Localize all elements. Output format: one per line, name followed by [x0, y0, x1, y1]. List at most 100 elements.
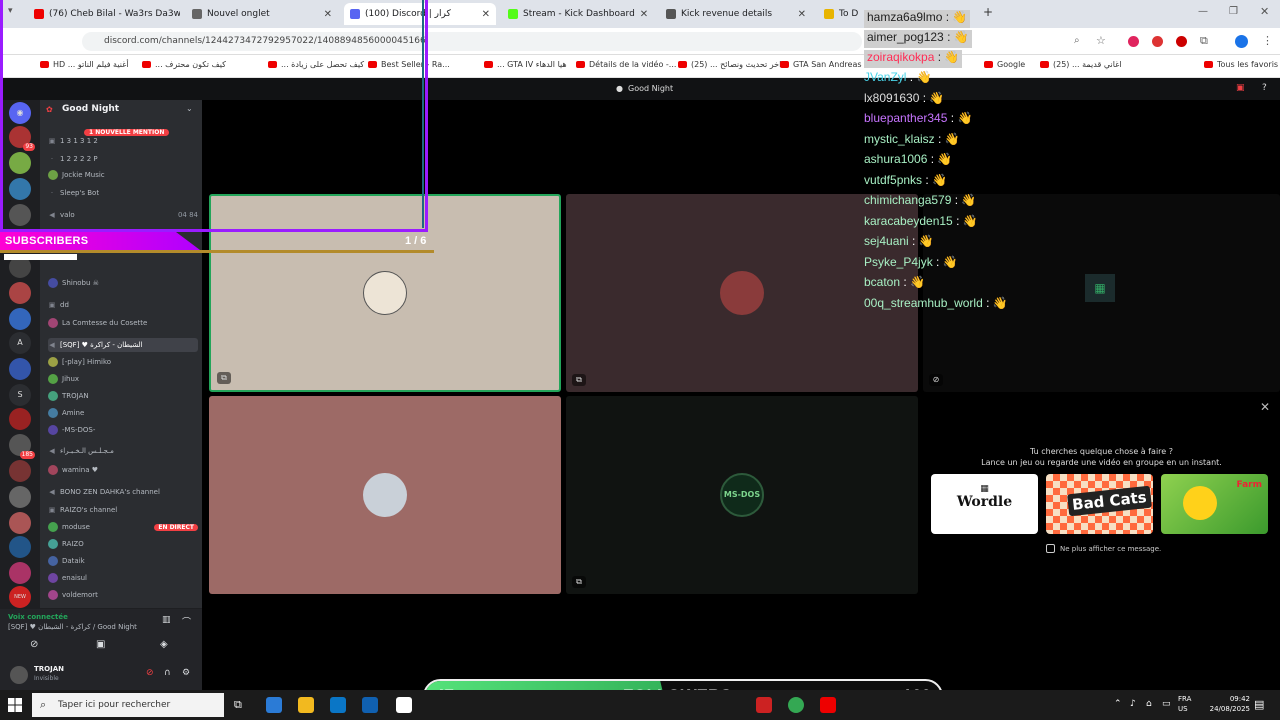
notification-icon[interactable]: ▤	[1254, 698, 1264, 711]
activity-icon[interactable]: ◈	[160, 639, 168, 650]
chat-username: karacabeyden15	[864, 214, 953, 228]
server-icon[interactable]	[9, 408, 31, 430]
browser-tab[interactable]: Kick revenue details ✕	[660, 3, 812, 25]
tray-chevron-icon[interactable]: ⌃	[1114, 699, 1122, 709]
browser-tab[interactable]: Stream - Kick Dashboard ✕	[502, 3, 654, 25]
channel-item[interactable]: ◀ [SQF] ♥ الشيطان - كراكرة	[48, 338, 198, 352]
avatar	[48, 556, 58, 566]
server-icon[interactable]	[9, 536, 31, 558]
voice-member[interactable]: RAIZO	[48, 537, 198, 551]
subscribers-divider	[0, 250, 434, 253]
windows-start-icon[interactable]	[8, 698, 22, 712]
battery-icon[interactable]: ▭	[1162, 699, 1171, 709]
chat-username: zoiraqikokpa	[867, 50, 935, 64]
server-icon[interactable]: 185	[9, 434, 35, 459]
camera-off-icon[interactable]: ⊘	[30, 639, 38, 650]
close-tab-icon[interactable]: ✕	[798, 9, 806, 20]
clock[interactable]: 09:42 24/08/2025	[1210, 694, 1250, 714]
close-tab-icon[interactable]: ✕	[640, 9, 648, 20]
channel-item[interactable]: ◀ BONO ZEN DAHKA's channel	[48, 485, 198, 499]
channel-label: enaisul	[62, 574, 88, 582]
discord-window-title: Good Night	[628, 84, 674, 93]
voice-member[interactable]: Jihux	[48, 372, 198, 386]
server-icon[interactable]	[9, 486, 31, 508]
screen-share-icon[interactable]: ▣	[96, 639, 105, 650]
server-icon[interactable]: NEW	[9, 586, 31, 608]
outlook-icon[interactable]	[362, 697, 378, 713]
voice-member[interactable]: Shinobu ☠	[48, 276, 198, 290]
disconnect-icon[interactable]: ⌒	[182, 615, 191, 628]
browser-tab[interactable]: To Do	[818, 3, 858, 25]
server-icon[interactable]: S	[9, 384, 31, 406]
wave-emote-icon: 👋	[910, 275, 925, 289]
chrome-icon[interactable]	[788, 697, 804, 713]
avatar	[48, 465, 58, 475]
deafen-icon[interactable]: ⊘	[929, 374, 943, 386]
activity-subtitle: Lance un jeu ou regarde une vidéo en gro…	[981, 458, 1222, 467]
voice-member[interactable]: Dataik	[48, 554, 198, 568]
channel-item[interactable]: ◀ مـجـلـس الـخـبـراء	[48, 444, 198, 458]
voice-member[interactable]: Amine	[48, 406, 198, 420]
document-icon[interactable]	[396, 697, 412, 713]
channel-item[interactable]: ▣ dd	[48, 298, 198, 312]
bookmark-item[interactable]: ... GTA IV هيا الدهاء	[484, 60, 567, 69]
windows-taskbar: ⌕ Taper ici pour rechercher ⧉ ⌃ ♪ ⌂ ▭ FR…	[0, 690, 1280, 720]
avatar	[48, 374, 58, 384]
channel-label: TROJAN	[62, 392, 89, 400]
stream-icon[interactable]: ⧉	[572, 576, 586, 588]
close-tab-icon[interactable]: ✕	[482, 9, 490, 20]
server-icon[interactable]: A	[9, 332, 31, 354]
gear-icon[interactable]: ⚙	[182, 668, 190, 678]
wave-emote-icon: 👋	[944, 132, 960, 146]
voice-member[interactable]: La Comtesse du Cosette	[48, 316, 198, 330]
bookmark-label: ... GTA IV هيا الدهاء	[497, 60, 567, 69]
vscode-icon[interactable]	[330, 697, 346, 713]
bookmark-favicon-icon	[484, 61, 493, 68]
mute-icon[interactable]: ⊘	[146, 668, 154, 678]
voice-member[interactable]: enaisul	[48, 571, 198, 585]
volume-icon[interactable]: ♪	[1130, 699, 1136, 709]
language-indicator[interactable]: FRA US	[1178, 694, 1191, 714]
store-icon[interactable]	[266, 697, 282, 713]
voice-member[interactable]: [-play] Himiko	[48, 355, 198, 369]
task-view-icon[interactable]: ⧉	[234, 698, 242, 712]
farm-card[interactable]: Farm	[1161, 474, 1268, 534]
signal-icon[interactable]: ▥	[162, 615, 171, 625]
bookmark-item[interactable]: Détails de la vidéo -...	[576, 60, 676, 69]
bad-cats-card[interactable]: Bad Cats	[1046, 474, 1153, 534]
video-tile[interactable]	[209, 396, 561, 594]
wordle-card[interactable]: ▦ Wordle	[931, 474, 1038, 534]
video-tile[interactable]: MS-DOS ⧉	[566, 396, 918, 594]
server-icon[interactable]	[9, 460, 31, 482]
close-icon[interactable]: ✕	[1260, 400, 1270, 414]
dont-show-checkbox[interactable]	[1046, 544, 1055, 553]
chat-username: vutdf5pnks	[864, 173, 923, 187]
taskbar-search-input[interactable]: ⌕ Taper ici pour rechercher	[32, 693, 224, 717]
server-icon[interactable]	[9, 308, 31, 330]
channel-label: Dataik	[62, 557, 85, 565]
channel-label: La Comtesse du Cosette	[62, 319, 148, 327]
voice-member[interactable]: wamina ♥	[48, 463, 198, 477]
voice-member[interactable]: moduse EN DIRECT	[48, 520, 198, 534]
server-icon[interactable]	[9, 562, 31, 584]
headphones-icon[interactable]: ∩	[164, 668, 171, 678]
avatar[interactable]	[10, 666, 28, 684]
file-explorer-icon[interactable]	[298, 697, 314, 713]
stream-icon[interactable]: ⧉	[572, 374, 586, 386]
app-icon[interactable]	[756, 697, 772, 713]
bookmark-item[interactable]: (25) ... اخر تحديث ونصائح	[678, 60, 781, 69]
voice-member[interactable]: voldemort	[48, 588, 198, 602]
youtube-icon[interactable]	[820, 697, 836, 713]
wave-emote-icon: 👋	[957, 111, 973, 125]
voice-member[interactable]: -MS-DOS-	[48, 423, 198, 437]
stream-icon[interactable]: ⧉	[217, 372, 231, 384]
network-icon[interactable]: ⌂	[1146, 699, 1152, 709]
language-code: FRA	[1178, 695, 1192, 703]
server-icon[interactable]	[9, 282, 31, 304]
dont-show-checkbox-row[interactable]: Ne plus afficher ce message.	[1046, 544, 1161, 553]
voice-channel-name[interactable]: [SQF] ♥ كراكرة - الشيطان / Good Night	[8, 623, 137, 631]
server-icon[interactable]	[9, 512, 31, 534]
voice-member[interactable]: TROJAN	[48, 389, 198, 403]
channel-item[interactable]: ▣ RAIZO's channel	[48, 503, 198, 517]
server-icon[interactable]	[9, 358, 31, 380]
